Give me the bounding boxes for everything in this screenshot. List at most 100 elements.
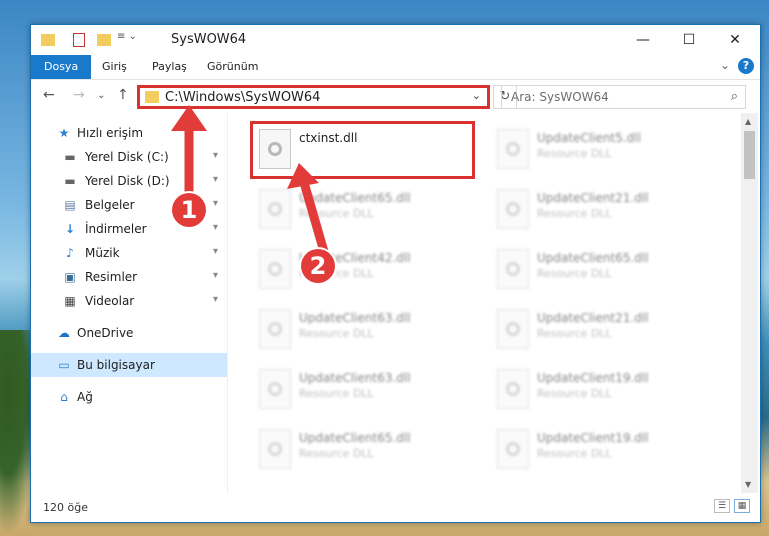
sidebar-item-label: İndirmeler <box>85 222 147 236</box>
computer-icon: ▭ <box>58 358 70 372</box>
sidebar-item-label: Resimler <box>85 270 138 284</box>
music-icon: ♪ <box>66 246 74 260</box>
properties-icon[interactable] <box>73 31 87 49</box>
selection-highlight <box>250 121 475 179</box>
sidebar-item-this-pc[interactable]: ▭ Bu bilgisayar <box>31 353 227 377</box>
pin-icon: ▾ <box>213 270 219 281</box>
file-type: Resource DLL <box>537 147 612 160</box>
sidebar-item-label: Hızlı erişim <box>77 126 144 140</box>
vertical-scrollbar[interactable]: ▲ ▼ <box>741 113 758 493</box>
sidebar-item-label: Yerel Disk (C:) <box>85 150 169 164</box>
file-type: Resource DLL <box>299 447 374 460</box>
minimize-button[interactable]: — <box>620 25 666 55</box>
navigation-bar: ← → ⌄ ↑ C:\Windows\SysWOW64 ⌄ ↻ Ara: Sys… <box>31 79 760 114</box>
sidebar-item-network[interactable]: ⌂ Ağ <box>31 385 227 409</box>
file-tile[interactable]: UpdateClient42.dll Resource DLL <box>251 241 471 297</box>
dll-file-icon <box>497 249 529 289</box>
pictures-icon: ▣ <box>64 270 76 284</box>
file-name: UpdateClient21.dll <box>537 191 649 205</box>
item-count: 120 öğe <box>43 501 88 514</box>
window-title: SysWOW64 <box>171 32 247 47</box>
dll-file-icon <box>497 129 529 169</box>
file-tile[interactable]: UpdateClient19.dll Resource DLL <box>489 361 709 417</box>
file-name: UpdateClient65.dll <box>299 431 411 445</box>
tab-share[interactable]: Paylaş <box>139 55 200 79</box>
file-tile[interactable]: UpdateClient19.dll Resource DLL <box>489 421 709 477</box>
file-name: UpdateClient63.dll <box>299 311 411 325</box>
documents-icon: ▤ <box>64 198 76 212</box>
sidebar-item-label: Videolar <box>85 294 135 308</box>
file-tile[interactable]: UpdateClient65.dll Resource DLL <box>251 181 471 237</box>
file-explorer-window: ≡ ⌄ SysWOW64 — ☐ ✕ Dosya Giriş Paylaş Gö… <box>30 24 761 523</box>
download-icon: ↓ <box>64 222 76 236</box>
file-name: UpdateClient63.dll <box>299 371 411 385</box>
file-tile[interactable]: UpdateClient65.dll Resource DLL <box>251 421 471 477</box>
sidebar-item-music[interactable]: ♪ Müzik ▾ <box>31 241 227 265</box>
pin-icon: ▾ <box>213 294 219 305</box>
sidebar-item-label: Bu bilgisayar <box>77 358 155 372</box>
pin-icon: ▾ <box>213 246 219 257</box>
file-type: Resource DLL <box>537 207 612 220</box>
drive-icon: ▬ <box>64 150 76 164</box>
file-name: UpdateClient5.dll <box>537 131 641 145</box>
annotation-marker-1: 1 <box>172 193 206 227</box>
file-tile[interactable]: UpdateClient63.dll Resource DLL <box>251 361 471 417</box>
file-tile[interactable]: UpdateClient21.dll Resource DLL <box>489 181 709 237</box>
ribbon-tabs: Dosya Giriş Paylaş Görünüm ⌄ ? <box>31 55 760 79</box>
dll-file-icon <box>259 309 291 349</box>
dll-file-icon <box>497 309 529 349</box>
close-button[interactable]: ✕ <box>712 25 758 55</box>
file-type: Resource DLL <box>537 387 612 400</box>
sidebar-item-label: Belgeler <box>85 198 135 212</box>
up-icon[interactable]: ↑ <box>117 87 129 103</box>
dll-file-icon <box>497 369 529 409</box>
help-icon[interactable]: ? <box>738 58 754 74</box>
forward-icon[interactable]: → <box>73 87 85 103</box>
sidebar-item-onedrive[interactable]: ☁ OneDrive <box>31 321 227 345</box>
file-tile[interactable]: UpdateClient21.dll Resource DLL <box>489 301 709 357</box>
address-path: C:\Windows\SysWOW64 <box>165 90 321 105</box>
file-tile[interactable]: UpdateClient63.dll Resource DLL <box>251 301 471 357</box>
sidebar-item-videos[interactable]: ▦ Videolar ▾ <box>31 289 227 313</box>
search-placeholder: Ara: SysWOW64 <box>511 90 609 104</box>
scroll-down-icon[interactable]: ▼ <box>745 480 751 489</box>
network-icon: ⌂ <box>60 390 68 404</box>
chevron-down-icon[interactable]: ⌄ <box>472 89 481 102</box>
scroll-up-icon[interactable]: ▲ <box>745 117 751 126</box>
back-icon[interactable]: ← <box>43 87 55 103</box>
file-type: Resource DLL <box>537 447 612 460</box>
recent-locations-icon[interactable]: ⌄ <box>97 90 105 101</box>
quick-access-toolbar-icon[interactable]: ≡ ⌄ <box>117 31 141 49</box>
status-bar: 120 öğe ☰ ▦ <box>31 493 760 521</box>
file-tile[interactable]: UpdateClient5.dll Resource DLL <box>489 121 709 177</box>
folder-icon <box>41 31 55 49</box>
pane-splitter[interactable] <box>227 113 228 493</box>
new-folder-icon[interactable] <box>97 31 111 49</box>
dll-file-icon <box>259 369 291 409</box>
file-type: Resource DLL <box>299 327 374 340</box>
file-type: Resource DLL <box>537 267 612 280</box>
sidebar-item-label: Müzik <box>85 246 120 260</box>
dll-file-icon <box>497 189 529 229</box>
tab-view[interactable]: Görünüm <box>194 55 271 79</box>
search-icon: ⌕ <box>730 89 738 104</box>
scrollbar-thumb[interactable] <box>744 131 755 179</box>
tab-file[interactable]: Dosya <box>31 55 92 79</box>
sidebar-item-label: Ağ <box>77 390 93 404</box>
expand-ribbon-icon[interactable]: ⌄ <box>720 58 730 72</box>
sidebar-item-label: Yerel Disk (D:) <box>85 174 170 188</box>
star-icon: ★ <box>58 126 70 140</box>
file-name: UpdateClient19.dll <box>537 431 649 445</box>
sidebar-item-pictures[interactable]: ▣ Resimler ▾ <box>31 265 227 289</box>
file-name: UpdateClient19.dll <box>537 371 649 385</box>
pin-icon: ▾ <box>213 222 219 233</box>
details-view-icon[interactable]: ☰ <box>714 499 730 513</box>
file-type: Resource DLL <box>299 387 374 400</box>
videos-icon: ▦ <box>64 294 76 308</box>
tab-home[interactable]: Giriş <box>89 55 140 79</box>
file-tile[interactable]: UpdateClient65.dll Resource DLL <box>489 241 709 297</box>
cloud-icon: ☁ <box>58 326 70 340</box>
search-input[interactable]: Ara: SysWOW64 ⌕ <box>501 85 746 109</box>
large-icons-view-icon[interactable]: ▦ <box>734 499 750 513</box>
maximize-button[interactable]: ☐ <box>666 25 712 55</box>
